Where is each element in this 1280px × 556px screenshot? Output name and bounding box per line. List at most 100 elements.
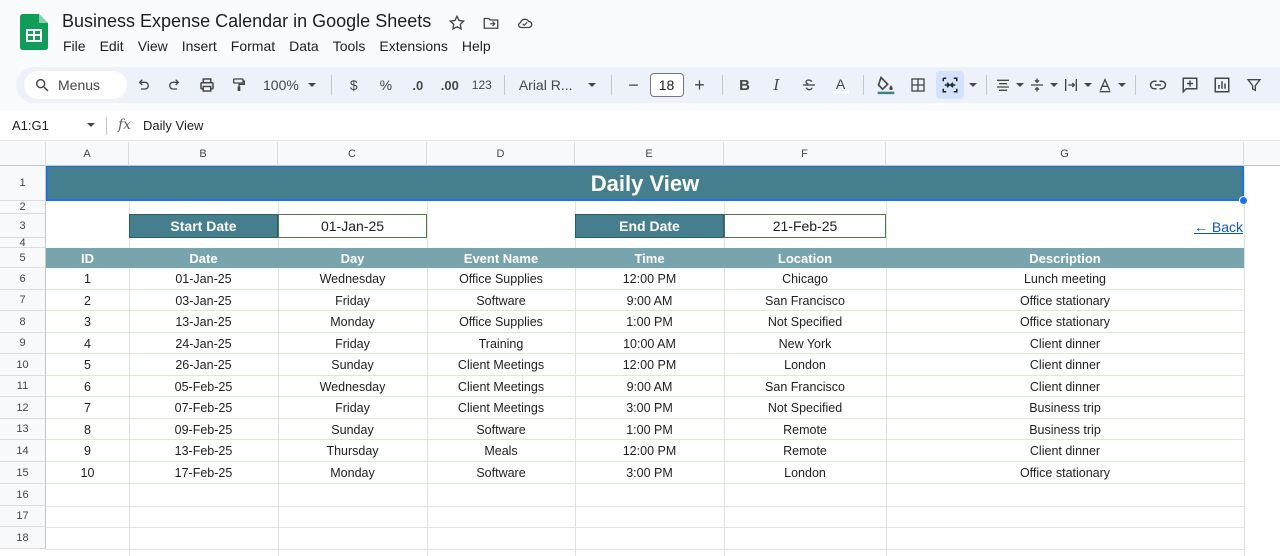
cell-date[interactable]: 13-Jan-25: [129, 311, 278, 333]
cell-event[interactable]: Client Meetings: [427, 376, 575, 397]
insert-chart-button[interactable]: [1208, 71, 1236, 99]
font-select[interactable]: Arial R...: [513, 71, 603, 99]
zoom-select[interactable]: 100%: [257, 71, 323, 99]
cell-time[interactable]: 9:00 AM: [575, 290, 724, 311]
cell-description[interactable]: Client dinner: [886, 333, 1244, 354]
cloud-saved-icon[interactable]: [514, 12, 536, 34]
end-date-value[interactable]: 21-Feb-25: [724, 214, 886, 238]
paint-format-button[interactable]: [225, 71, 253, 99]
select-all-corner[interactable]: [0, 142, 46, 166]
cell-date[interactable]: 07-Feb-25: [129, 397, 278, 419]
cell-location[interactable]: Not Specified: [724, 397, 886, 419]
cell-date[interactable]: 26-Jan-25: [129, 354, 278, 376]
cell-location[interactable]: Remote: [724, 419, 886, 440]
cell-time[interactable]: 1:00 PM: [575, 311, 724, 333]
row-header-18[interactable]: 18: [0, 527, 46, 549]
row-header-3[interactable]: 3: [0, 214, 46, 238]
font-size-input[interactable]: 18: [649, 73, 684, 97]
cell-description[interactable]: Office stationary: [886, 290, 1244, 311]
increase-decimal-button[interactable]: .00: [436, 71, 464, 99]
menu-file[interactable]: File: [56, 36, 93, 56]
merge-options-dropdown[interactable]: [968, 71, 978, 99]
back-link[interactable]: ← Back: [1194, 219, 1243, 235]
cell-description[interactable]: Client dinner: [886, 354, 1244, 376]
cell-location[interactable]: Not Specified: [724, 311, 886, 333]
menus-search[interactable]: Menus: [24, 71, 127, 99]
cell-description[interactable]: Client dinner: [886, 376, 1244, 397]
row-header-6[interactable]: 6: [0, 268, 46, 290]
cell-id[interactable]: 2: [46, 290, 129, 311]
row-header-9[interactable]: 9: [0, 333, 46, 354]
row-header-2[interactable]: 2: [0, 201, 46, 214]
cell-day[interactable]: Thursday: [278, 440, 427, 462]
row-header-13[interactable]: 13: [0, 419, 46, 440]
selection-fill-handle[interactable]: [1239, 196, 1248, 205]
cell-description[interactable]: Office stationary: [886, 311, 1244, 333]
menu-insert[interactable]: Insert: [175, 36, 224, 56]
formula-input[interactable]: Daily View: [143, 118, 203, 133]
column-header-a[interactable]: A: [46, 142, 129, 166]
row-header-14[interactable]: 14: [0, 440, 46, 462]
document-title[interactable]: Business Expense Calendar in Google Shee…: [62, 11, 431, 32]
cell-time[interactable]: 1:00 PM: [575, 419, 724, 440]
insert-comment-button[interactable]: [1176, 71, 1204, 99]
cell-event[interactable]: Software: [427, 419, 575, 440]
chevron-down-icon[interactable]: [86, 120, 96, 130]
start-date-value[interactable]: 01-Jan-25: [278, 214, 427, 238]
menu-help[interactable]: Help: [455, 36, 498, 56]
font-size-decrease-button[interactable]: −: [620, 71, 648, 99]
row-header-4[interactable]: 4: [0, 237, 46, 249]
menu-tools[interactable]: Tools: [326, 36, 373, 56]
cell-event[interactable]: Meals: [427, 440, 575, 462]
bold-button[interactable]: B: [731, 71, 759, 99]
menu-edit[interactable]: Edit: [93, 36, 131, 56]
cell-location[interactable]: London: [724, 354, 886, 376]
cell-id[interactable]: 8: [46, 419, 129, 440]
filter-button[interactable]: [1240, 71, 1268, 99]
cell-date[interactable]: 09-Feb-25: [129, 419, 278, 440]
cell-id[interactable]: 4: [46, 333, 129, 354]
row-header-10[interactable]: 10: [0, 354, 46, 376]
cell-day[interactable]: Monday: [278, 311, 427, 333]
horizontal-align-button[interactable]: [995, 71, 1025, 99]
move-folder-icon[interactable]: [480, 12, 502, 34]
cell-date[interactable]: 01-Jan-25: [129, 268, 278, 290]
merge-cells-button[interactable]: [935, 71, 964, 99]
cell-date[interactable]: 05-Feb-25: [129, 376, 278, 397]
number-format-button[interactable]: 123: [468, 71, 496, 99]
row-header-17[interactable]: 17: [0, 506, 46, 527]
cell-description[interactable]: Office stationary: [886, 462, 1244, 484]
cell-day[interactable]: Friday: [278, 333, 427, 354]
cell-id[interactable]: 3: [46, 311, 129, 333]
cell-location[interactable]: New York: [724, 333, 886, 354]
cell-time[interactable]: 12:00 PM: [575, 268, 724, 290]
cell-event[interactable]: Training: [427, 333, 575, 354]
cell-date[interactable]: 17-Feb-25: [129, 462, 278, 484]
text-color-button[interactable]: A: [827, 71, 855, 99]
undo-button[interactable]: [129, 71, 157, 99]
cell-location[interactable]: Remote: [724, 440, 886, 462]
menu-extensions[interactable]: Extensions: [372, 36, 454, 56]
row-header-15[interactable]: 15: [0, 462, 46, 484]
column-header-b[interactable]: B: [129, 142, 278, 166]
cell-id[interactable]: 1: [46, 268, 129, 290]
cell-description[interactable]: Business trip: [886, 397, 1244, 419]
currency-format-button[interactable]: $: [340, 71, 368, 99]
cell-description[interactable]: Business trip: [886, 419, 1244, 440]
row-header-11[interactable]: 11: [0, 376, 46, 397]
cell-event[interactable]: Office Supplies: [427, 268, 575, 290]
cell-day[interactable]: Friday: [278, 397, 427, 419]
cell-event[interactable]: Software: [427, 290, 575, 311]
star-icon[interactable]: [446, 12, 468, 34]
cell-id[interactable]: 10: [46, 462, 129, 484]
row-header-16[interactable]: 16: [0, 484, 46, 506]
sheet-title-daily-view[interactable]: Daily View: [46, 166, 1244, 201]
fill-color-button[interactable]: [872, 71, 900, 99]
print-button[interactable]: [193, 71, 221, 99]
borders-button[interactable]: [904, 71, 932, 99]
cell-location[interactable]: San Francisco: [724, 376, 886, 397]
cell-id[interactable]: 6: [46, 376, 129, 397]
cell-date[interactable]: 13-Feb-25: [129, 440, 278, 462]
cell-day[interactable]: Friday: [278, 290, 427, 311]
font-size-increase-button[interactable]: +: [686, 71, 714, 99]
